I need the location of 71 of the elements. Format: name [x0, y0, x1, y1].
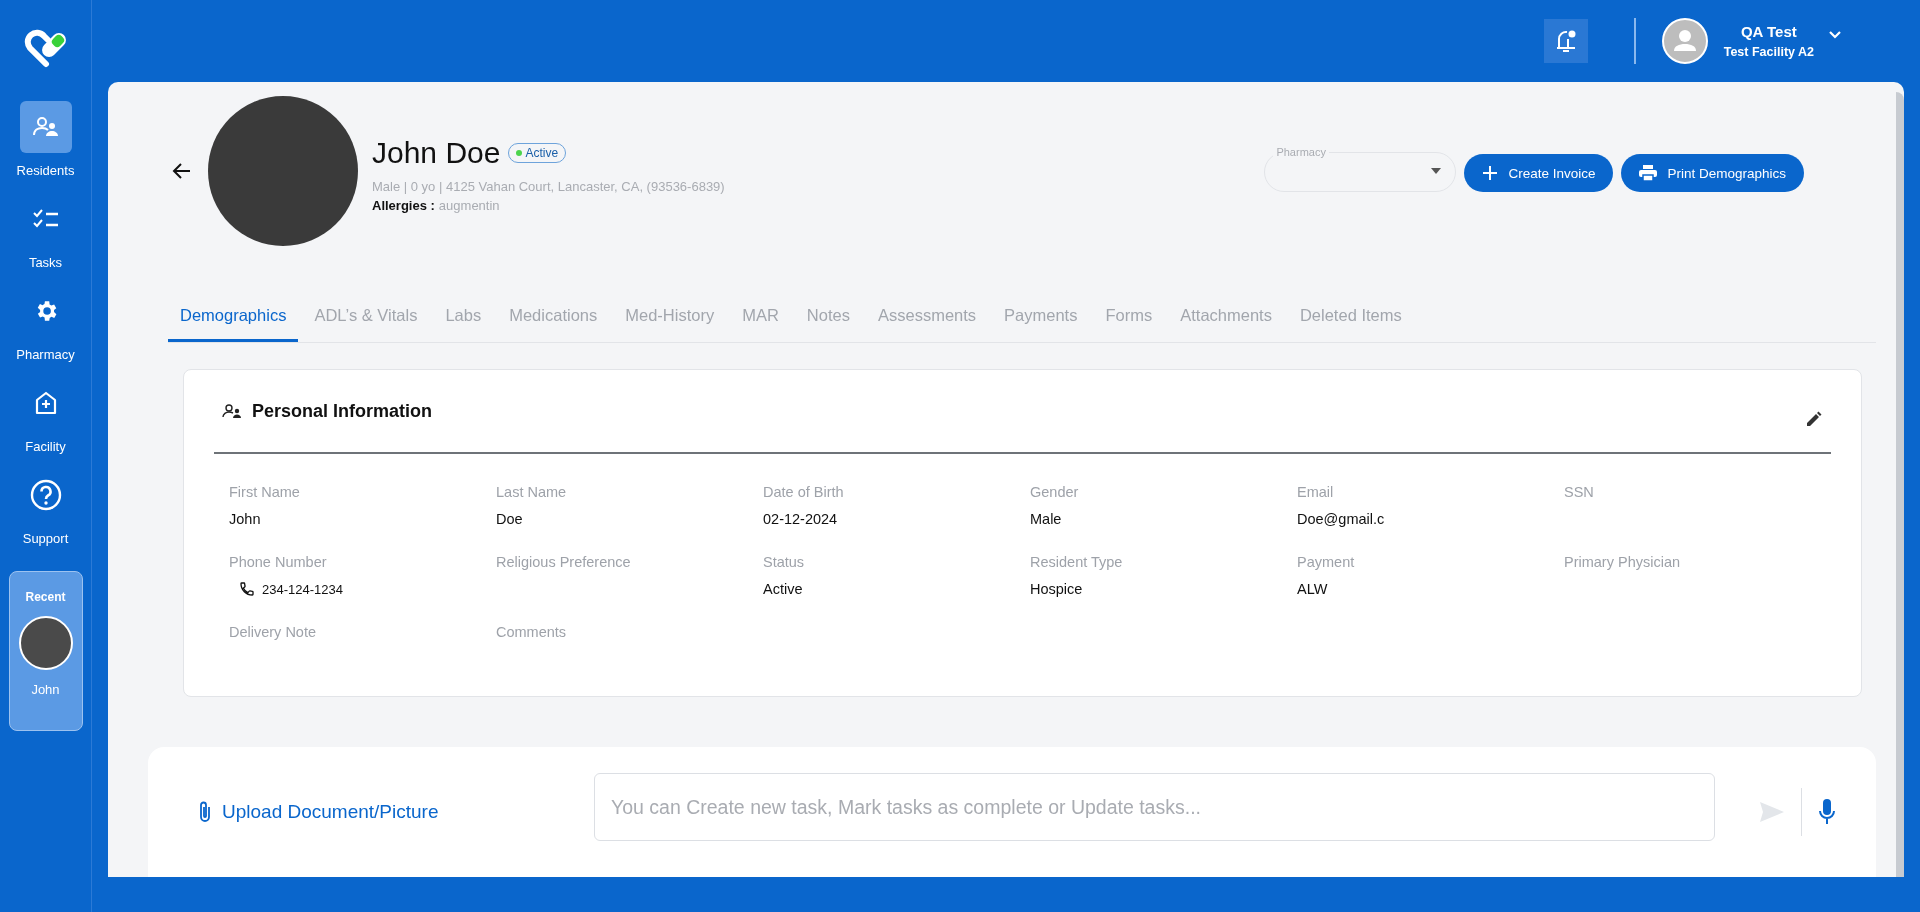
field-label: Date of Birth [763, 484, 845, 500]
tab[interactable]: Medications [497, 306, 610, 342]
field-value: Doe [496, 511, 524, 527]
tab[interactable]: Notes [794, 306, 862, 342]
field-value: Doe@gmail.c [1297, 511, 1386, 527]
field-label: Comments [496, 624, 568, 640]
paperclip-icon [198, 800, 212, 824]
field-value: Male [1030, 511, 1063, 527]
help-icon [29, 479, 62, 511]
user-name: QA Test [1740, 23, 1797, 40]
recent-title: Recent [25, 590, 66, 604]
field-label: Last Name [496, 484, 568, 500]
tab[interactable]: Attachments [1168, 306, 1284, 342]
action-button[interactable]: Create Invoice [1464, 154, 1614, 192]
allergies-value: augmentin [438, 197, 500, 213]
nav-label[interactable]: Pharmacy [16, 347, 75, 362]
recent-resident-name[interactable]: John [31, 682, 60, 697]
tab[interactable]: Demographics [168, 306, 299, 342]
house-plus-icon [33, 390, 58, 416]
field-value: ALW [1297, 581, 1329, 597]
nav-icon-button[interactable] [19, 101, 72, 153]
field-label: Gender [1030, 484, 1080, 500]
field-label: Email [1297, 484, 1335, 500]
tab[interactable]: Assessments [865, 306, 989, 342]
tab[interactable]: Med-History [613, 306, 727, 342]
tab[interactable]: Deleted Items [1287, 306, 1414, 342]
resident-details: Male | 0 yo | 4125 Vahan Court, Lancaster, CA, (93536-6839) [372, 178, 725, 194]
task-input-field[interactable]: You can Create new task, Mark tasks as complete or Update tasks... [594, 773, 1715, 841]
caret-icon [1431, 168, 1442, 174]
facility-name: Test Facility A2 [1723, 45, 1814, 59]
person-icon [222, 403, 242, 419]
tab[interactable]: ADL’s & Vitals [302, 306, 430, 342]
phone-number: 234-124-1234 [262, 581, 343, 597]
field-value: Hospice [1030, 581, 1084, 597]
action-button[interactable]: Print Demographics [1621, 154, 1804, 192]
field-label: Payment [1297, 554, 1356, 570]
field-label: First Name [229, 484, 301, 500]
tab[interactable]: Payments [992, 306, 1090, 342]
allergies-label: Allergies : [372, 197, 435, 213]
tab[interactable]: Forms [1093, 306, 1165, 342]
nav-label[interactable]: Tasks [28, 255, 63, 270]
resident-name: John Doe [372, 135, 501, 170]
tab[interactable]: Labs [433, 306, 494, 342]
nav-label[interactable]: Facility [25, 439, 66, 454]
field-label: Delivery Note [229, 624, 318, 640]
field-value: Active [763, 581, 804, 597]
field-value: 02-12-2024 [763, 511, 839, 527]
back-arrow-icon[interactable] [172, 162, 192, 180]
field-label: SSN [1564, 484, 1595, 500]
field-value: John [229, 511, 262, 527]
microphone-icon[interactable] [1818, 798, 1836, 826]
people-icon [31, 115, 60, 139]
printer-icon [1639, 165, 1658, 181]
scrollbar[interactable] [1896, 92, 1904, 877]
tab[interactable]: MAR [730, 306, 791, 342]
field-label: Religious Preference [496, 554, 632, 570]
plus-icon [1482, 165, 1499, 181]
field-label: Phone Number [229, 554, 328, 570]
nav-label[interactable]: Support [22, 531, 69, 546]
field-label: Primary Physician [1564, 554, 1682, 570]
edit-icon[interactable] [1805, 410, 1823, 428]
chevron-down-icon[interactable] [1828, 30, 1842, 40]
notification-button[interactable] [1543, 19, 1588, 63]
phone-icon [239, 581, 255, 597]
upload-link[interactable]: Upload Document/Picture [198, 800, 594, 824]
section-title: Personal Information [252, 400, 433, 422]
photo-placeholder[interactable] [18, 616, 73, 670]
user-avatar[interactable] [1661, 18, 1708, 64]
field-label: Status [763, 554, 806, 570]
nav-label[interactable]: Residents [16, 163, 75, 178]
field-label: Resident Type [1030, 554, 1124, 570]
